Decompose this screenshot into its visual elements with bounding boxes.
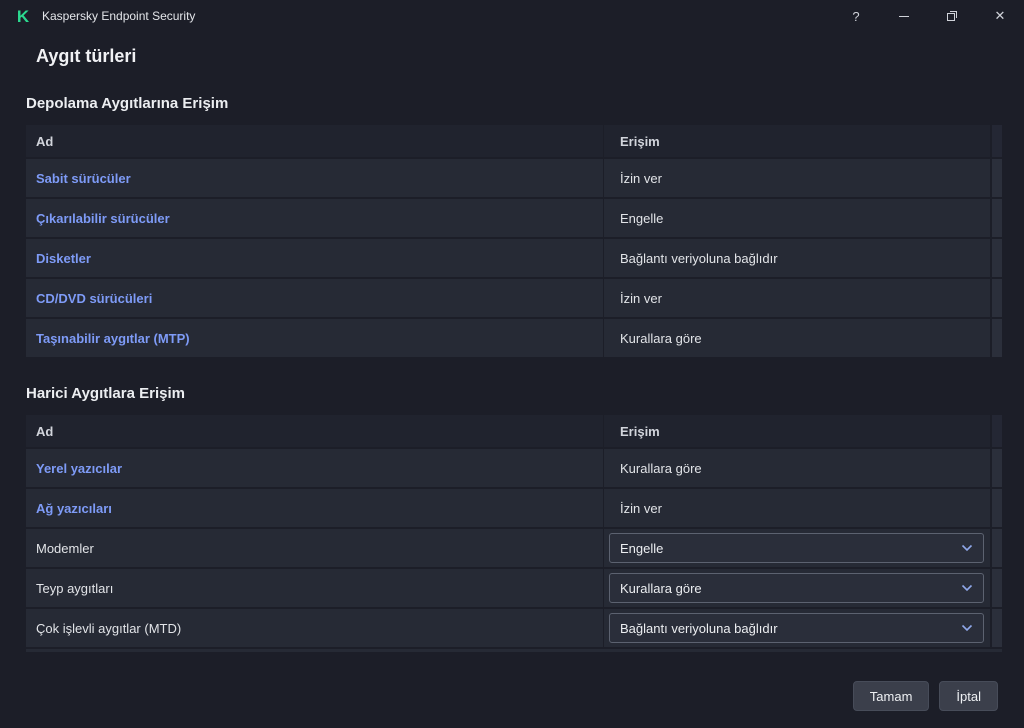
minimize-button[interactable] xyxy=(880,0,928,32)
table-row: Taşınabilir aygıtlar (MTP) Kurallara gör… xyxy=(26,319,1002,357)
titlebar: K Kaspersky Endpoint Security ? ✕ xyxy=(0,0,1024,32)
scrollbar[interactable] xyxy=(990,415,1002,447)
external-devices-table: Ad Erişim Yerel yazıcılar Kurallara göre… xyxy=(26,415,1002,652)
access-value: Kurallara göre xyxy=(620,460,702,476)
chevron-down-icon xyxy=(961,544,973,552)
dropdown-value: Kurallara göre xyxy=(620,580,702,596)
help-button[interactable]: ? xyxy=(832,0,880,32)
device-link-local-printers[interactable]: Yerel yazıcılar xyxy=(36,461,122,476)
table-row: CD/DVD sürücüleri İzin ver xyxy=(26,279,1002,317)
scrollbar[interactable] xyxy=(990,125,1002,157)
scrollbar[interactable] xyxy=(990,449,1002,487)
page-title: Aygıt türleri xyxy=(36,46,137,66)
access-value: Kurallara göre xyxy=(620,330,702,346)
device-link-hard-drives[interactable]: Sabit sürücüler xyxy=(36,171,131,186)
scrollbar[interactable] xyxy=(990,279,1002,317)
table-row: Modemler Engelle xyxy=(26,529,1002,567)
access-value: İzin ver xyxy=(620,170,662,186)
column-header-access: Erişim xyxy=(620,423,660,439)
device-name-multifunction: Çok işlevli aygıtlar (MTD) xyxy=(36,620,182,636)
app-window: K Kaspersky Endpoint Security ? ✕ Aygıt … xyxy=(0,0,1024,728)
access-dropdown-multifunction[interactable]: Bağlantı veriyoluna bağlıdır xyxy=(609,613,984,643)
device-link-portable-mtp[interactable]: Taşınabilir aygıtlar (MTP) xyxy=(36,331,190,346)
access-dropdown-modems[interactable]: Engelle xyxy=(609,533,984,563)
device-link-network-printers[interactable]: Ağ yazıcıları xyxy=(36,501,112,516)
scrollbar[interactable] xyxy=(990,319,1002,357)
dropdown-value: Bağlantı veriyoluna bağlıdır xyxy=(620,620,778,636)
scrollbar[interactable] xyxy=(990,159,1002,197)
scrollbar[interactable] xyxy=(990,239,1002,277)
ok-button[interactable]: Tamam xyxy=(852,681,930,711)
access-value: Engelle xyxy=(620,210,664,226)
window-controls: ? ✕ xyxy=(832,0,1024,32)
table-row: Sabit sürücüler İzin ver xyxy=(26,159,1002,197)
kaspersky-logo-icon: K xyxy=(16,6,30,26)
device-link-cd-dvd[interactable]: CD/DVD sürücüleri xyxy=(36,291,152,306)
table-row: Çıkarılabilir sürücüler Engelle xyxy=(26,199,1002,237)
table-row: Disketler Bağlantı veriyoluna bağlıdır xyxy=(26,239,1002,277)
access-dropdown-tape[interactable]: Kurallara göre xyxy=(609,573,984,603)
table-row: Ağ yazıcıları İzin ver xyxy=(26,489,1002,527)
access-value: İzin ver xyxy=(620,500,662,516)
window-title: Kaspersky Endpoint Security xyxy=(42,9,196,23)
table-row: Teyp aygıtları Kurallara göre xyxy=(26,569,1002,607)
access-value: Bağlantı veriyoluna bağlıdır xyxy=(620,250,778,266)
table-header: Ad Erişim xyxy=(26,125,1002,157)
device-link-floppy-disks[interactable]: Disketler xyxy=(36,251,91,266)
restore-icon xyxy=(947,11,957,21)
table-header: Ad Erişim xyxy=(26,415,1002,447)
dialog-footer: Tamam İptal xyxy=(852,681,998,711)
access-value: İzin ver xyxy=(620,290,662,306)
column-header-name: Ad xyxy=(26,415,604,447)
content: Depolama Aygıtlarına Erişim Ad Erişim Sa… xyxy=(0,95,1024,652)
scrollbar[interactable] xyxy=(990,199,1002,237)
cancel-button[interactable]: İptal xyxy=(939,681,998,711)
device-name-modems: Modemler xyxy=(36,540,94,556)
scrollbar[interactable] xyxy=(990,489,1002,527)
section-heading-external: Harici Aygıtlara Erişim xyxy=(26,385,185,402)
partial-row xyxy=(26,649,1002,652)
column-header-access: Erişim xyxy=(620,133,660,149)
chevron-down-icon xyxy=(961,584,973,592)
maximize-button[interactable] xyxy=(928,0,976,32)
section-heading-storage: Depolama Aygıtlarına Erişim xyxy=(26,95,229,112)
device-name-tape: Teyp aygıtları xyxy=(36,580,114,596)
close-button[interactable]: ✕ xyxy=(976,0,1024,32)
column-header-name: Ad xyxy=(26,125,604,157)
minimize-icon xyxy=(899,15,909,17)
chevron-down-icon xyxy=(961,624,973,632)
storage-devices-table: Ad Erişim Sabit sürücüler İzin ver Çıkar… xyxy=(26,125,1002,357)
table-row: Çok işlevli aygıtlar (MTD) Bağlantı veri… xyxy=(26,609,1002,647)
dropdown-value: Engelle xyxy=(620,540,664,556)
scrollbar[interactable] xyxy=(990,569,1002,607)
scrollbar[interactable] xyxy=(990,609,1002,647)
device-link-removable-drives[interactable]: Çıkarılabilir sürücüler xyxy=(36,211,170,226)
scrollbar[interactable] xyxy=(990,529,1002,567)
table-row: Yerel yazıcılar Kurallara göre xyxy=(26,449,1002,487)
